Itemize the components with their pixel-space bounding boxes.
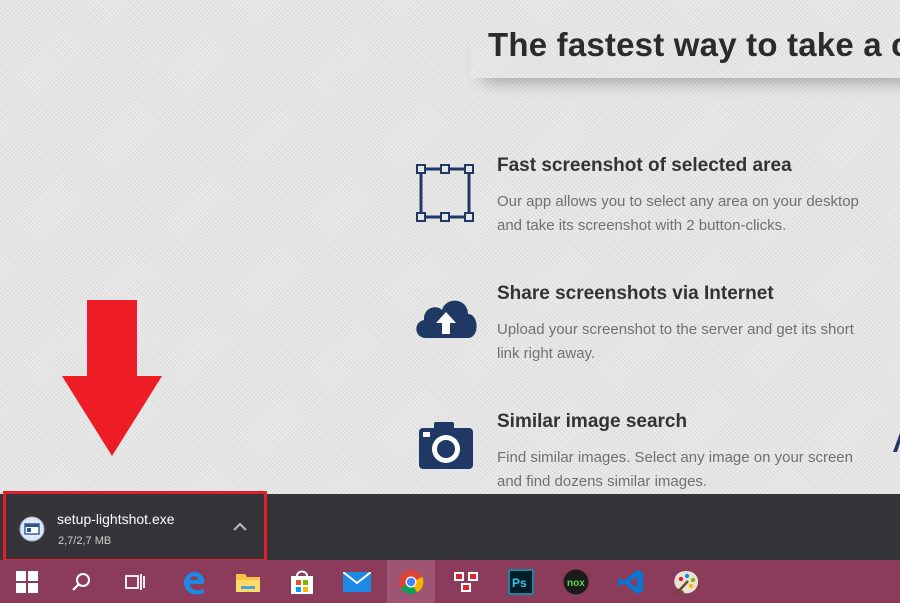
selection-area-icon [416,164,474,222]
file-icon [19,516,45,542]
partial-graphic [893,432,900,452]
feature-description: Upload your screenshot to the server and… [497,321,854,362]
paint-icon[interactable] [662,560,710,603]
snipping-tool-icon[interactable] [442,560,490,603]
webpage-content: The fastest way to take a c Fast screens… [0,0,900,494]
feature-title: Similar image search [497,411,688,432]
chevron-up-icon[interactable] [232,521,248,533]
photoshop-icon[interactable]: Ps [497,560,545,603]
store-icon[interactable] [278,560,326,603]
svg-text:Ps: Ps [512,576,527,590]
feature-description: Find similar images. Select any image on… [497,449,853,490]
search-icon[interactable] [57,560,105,603]
camera-icon [419,422,473,469]
vscode-icon[interactable] [607,560,655,603]
task-view-icon[interactable] [111,560,159,603]
nox-icon[interactable]: nox [552,560,600,603]
download-file-size: 2,7/2,7 MB [58,535,112,547]
feature-description: Our app allows you to select any area on… [497,193,859,234]
edge-icon[interactable] [170,560,218,603]
red-arrow-annotation [62,300,162,456]
chrome-icon[interactable] [387,560,435,603]
download-file-name: setup-lightshot.exe [57,511,175,527]
cloud-upload-icon [416,300,477,338]
taskbar: Ps nox [0,560,900,603]
download-item[interactable]: setup-lightshot.exe 2,7/2,7 MB [3,491,267,562]
feature-title: Share screenshots via Internet [497,283,774,304]
file-explorer-icon[interactable] [224,560,272,603]
mail-icon[interactable] [333,560,381,603]
feature-title: Fast screenshot of selected area [497,155,792,176]
svg-text:nox: nox [567,578,585,589]
windows-start-icon[interactable] [3,560,51,603]
page-headline: The fastest way to take a c [488,26,900,63]
